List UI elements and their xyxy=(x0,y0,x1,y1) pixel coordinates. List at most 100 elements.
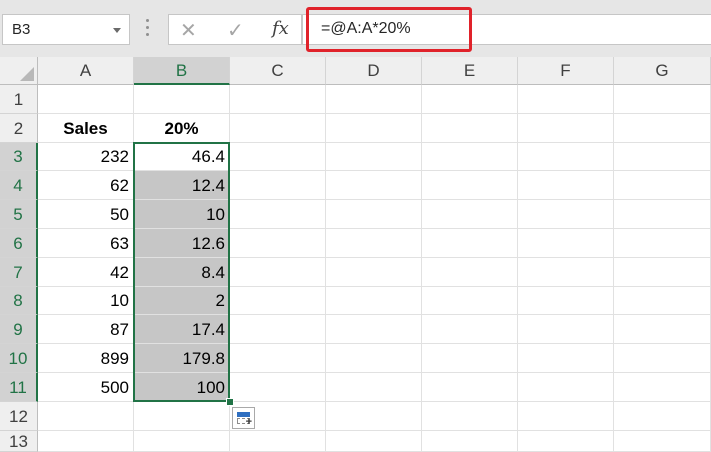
row-header-13[interactable]: 13 xyxy=(0,431,38,452)
cell-a2[interactable]: Sales xyxy=(38,114,134,143)
cell-b8[interactable]: 2 xyxy=(134,287,230,315)
cell-b4[interactable]: 12.4 xyxy=(134,171,230,200)
cell-a12[interactable] xyxy=(38,402,134,431)
cell-c7[interactable] xyxy=(230,258,326,287)
cell-d5[interactable] xyxy=(326,200,422,229)
cell-f4[interactable] xyxy=(518,171,614,200)
cell-b1[interactable] xyxy=(134,85,230,114)
row-header-7[interactable]: 7 xyxy=(0,258,38,287)
cell-c2[interactable] xyxy=(230,114,326,143)
row-header-12[interactable]: 12 xyxy=(0,402,38,431)
cell-d4[interactable] xyxy=(326,171,422,200)
cell-g10[interactable] xyxy=(614,344,711,373)
cell-e2[interactable] xyxy=(422,114,518,143)
row-header-8[interactable]: 8 xyxy=(0,287,38,315)
column-header-d[interactable]: D xyxy=(326,57,422,85)
cell-g13[interactable] xyxy=(614,431,711,452)
cell-b13[interactable] xyxy=(134,431,230,452)
cell-e7[interactable] xyxy=(422,258,518,287)
cell-a7[interactable]: 42 xyxy=(38,258,134,287)
cell-b9[interactable]: 17.4 xyxy=(134,315,230,344)
cell-g1[interactable] xyxy=(614,85,711,114)
cell-b5[interactable]: 10 xyxy=(134,200,230,229)
cell-d10[interactable] xyxy=(326,344,422,373)
quick-analysis-button[interactable]: + xyxy=(232,407,255,429)
cell-c10[interactable] xyxy=(230,344,326,373)
cell-a6[interactable]: 63 xyxy=(38,229,134,258)
cell-f8[interactable] xyxy=(518,287,614,315)
cell-d7[interactable] xyxy=(326,258,422,287)
cell-e13[interactable] xyxy=(422,431,518,452)
cell-c11[interactable] xyxy=(230,373,326,402)
cell-f6[interactable] xyxy=(518,229,614,258)
cell-f13[interactable] xyxy=(518,431,614,452)
column-header-c[interactable]: C xyxy=(230,57,326,85)
insert-function-icon[interactable]: fx xyxy=(272,18,289,39)
cell-g5[interactable] xyxy=(614,200,711,229)
cell-a3[interactable]: 232 xyxy=(38,143,134,171)
row-header-3[interactable]: 3 xyxy=(0,143,38,171)
column-header-b[interactable]: B xyxy=(134,57,230,85)
cell-e5[interactable] xyxy=(422,200,518,229)
cell-g8[interactable] xyxy=(614,287,711,315)
cell-d9[interactable] xyxy=(326,315,422,344)
cancel-icon[interactable]: ✕ xyxy=(180,18,197,43)
row-header-4[interactable]: 4 xyxy=(0,171,38,200)
cell-b11[interactable]: 100 xyxy=(134,373,230,402)
cell-e10[interactable] xyxy=(422,344,518,373)
cell-g9[interactable] xyxy=(614,315,711,344)
row-header-10[interactable]: 10 xyxy=(0,344,38,373)
cell-d11[interactable] xyxy=(326,373,422,402)
cell-d1[interactable] xyxy=(326,85,422,114)
cell-a11[interactable]: 500 xyxy=(38,373,134,402)
cell-g7[interactable] xyxy=(614,258,711,287)
cell-f10[interactable] xyxy=(518,344,614,373)
cell-e1[interactable] xyxy=(422,85,518,114)
column-header-g[interactable]: G xyxy=(614,57,711,85)
cell-b10[interactable]: 179.8 xyxy=(134,344,230,373)
cell-f7[interactable] xyxy=(518,258,614,287)
cell-g4[interactable] xyxy=(614,171,711,200)
column-header-e[interactable]: E xyxy=(422,57,518,85)
name-box[interactable]: B3 xyxy=(2,14,130,45)
cell-c1[interactable] xyxy=(230,85,326,114)
cell-f11[interactable] xyxy=(518,373,614,402)
cell-a10[interactable]: 899 xyxy=(38,344,134,373)
cell-e8[interactable] xyxy=(422,287,518,315)
cell-c9[interactable] xyxy=(230,315,326,344)
fill-handle[interactable] xyxy=(226,398,234,406)
cell-d3[interactable] xyxy=(326,143,422,171)
column-header-a[interactable]: A xyxy=(38,57,134,85)
cell-d2[interactable] xyxy=(326,114,422,143)
cell-d13[interactable] xyxy=(326,431,422,452)
cell-e9[interactable] xyxy=(422,315,518,344)
row-header-6[interactable]: 6 xyxy=(0,229,38,258)
cell-b6[interactable]: 12.6 xyxy=(134,229,230,258)
cell-g6[interactable] xyxy=(614,229,711,258)
cell-f9[interactable] xyxy=(518,315,614,344)
cell-g12[interactable] xyxy=(614,402,711,431)
cell-g3[interactable] xyxy=(614,143,711,171)
row-header-2[interactable]: 2 xyxy=(0,114,38,143)
cell-g2[interactable] xyxy=(614,114,711,143)
cell-e6[interactable] xyxy=(422,229,518,258)
cell-a8[interactable]: 10 xyxy=(38,287,134,315)
cell-b3[interactable]: 46.4 xyxy=(134,143,230,171)
cell-d12[interactable] xyxy=(326,402,422,431)
cell-c6[interactable] xyxy=(230,229,326,258)
cell-f1[interactable] xyxy=(518,85,614,114)
cell-b7[interactable]: 8.4 xyxy=(134,258,230,287)
enter-icon[interactable]: ✓ xyxy=(227,18,244,43)
cell-c3[interactable] xyxy=(230,143,326,171)
cell-g11[interactable] xyxy=(614,373,711,402)
cell-c4[interactable] xyxy=(230,171,326,200)
cell-f12[interactable] xyxy=(518,402,614,431)
cell-e3[interactable] xyxy=(422,143,518,171)
cell-e12[interactable] xyxy=(422,402,518,431)
cell-f5[interactable] xyxy=(518,200,614,229)
cell-c5[interactable] xyxy=(230,200,326,229)
cell-a1[interactable] xyxy=(38,85,134,114)
cell-f2[interactable] xyxy=(518,114,614,143)
row-header-9[interactable]: 9 xyxy=(0,315,38,344)
cell-e4[interactable] xyxy=(422,171,518,200)
